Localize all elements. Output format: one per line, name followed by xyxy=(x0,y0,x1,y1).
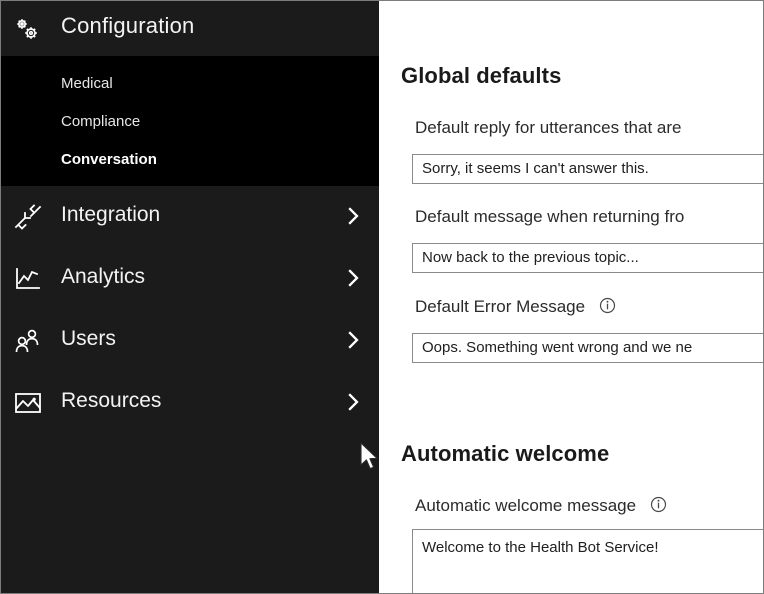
sidebar-item-users[interactable]: Users xyxy=(1,310,379,372)
automatic-welcome-message-textarea[interactable]: Welcome to the Health Bot Service! xyxy=(412,529,763,594)
field-label-default-reply: Default reply for utterances that are xyxy=(415,118,681,138)
info-icon[interactable] xyxy=(599,297,616,319)
gears-icon xyxy=(13,15,41,43)
sidebar-item-analytics[interactable]: Analytics xyxy=(1,248,379,310)
image-icon xyxy=(13,389,43,417)
app-window: Configuration Medical Compliance Convers… xyxy=(0,0,764,594)
section-title-automatic-welcome: Automatic welcome xyxy=(401,441,609,467)
sidebar-item-label: Integration xyxy=(61,203,160,227)
sidebar-item-conversation[interactable]: Conversation xyxy=(61,152,157,167)
chevron-right-icon xyxy=(346,330,362,350)
info-icon[interactable] xyxy=(650,496,667,518)
field-label-text: Default message when returning fro xyxy=(415,207,684,226)
sidebar-header[interactable]: Configuration xyxy=(1,1,379,56)
field-label-automatic-welcome-message: Automatic welcome message xyxy=(415,496,667,518)
sidebar-submenu: Medical Compliance Conversation xyxy=(1,56,379,186)
field-label-text: Automatic welcome message xyxy=(415,496,636,515)
sidebar: Configuration Medical Compliance Convers… xyxy=(1,1,379,594)
default-reply-input[interactable]: Sorry, it seems I can't answer this. xyxy=(412,154,763,184)
returning-message-input[interactable]: Now back to the previous topic... xyxy=(412,243,763,273)
field-label-text: Default Error Message xyxy=(415,297,585,316)
field-label-returning-message: Default message when returning fro xyxy=(415,207,684,227)
chevron-right-icon xyxy=(346,392,362,412)
default-error-message-input[interactable]: Oops. Something went wrong and we ne xyxy=(412,333,763,363)
sidebar-item-resources[interactable]: Resources xyxy=(1,372,379,434)
sidebar-nav-list: Integration Analytics xyxy=(1,186,379,594)
sidebar-item-medical[interactable]: Medical xyxy=(61,76,113,91)
field-label-default-error-message: Default Error Message xyxy=(415,297,616,319)
users-icon xyxy=(13,327,43,355)
field-label-text: Default reply for utterances that are xyxy=(415,118,681,137)
sidebar-item-label: Users xyxy=(61,327,116,351)
sidebar-item-label: Resources xyxy=(61,389,161,413)
integration-arrows-icon xyxy=(13,203,43,231)
settings-panel: Global defaults Default reply for uttera… xyxy=(379,1,763,594)
section-title-global-defaults: Global defaults xyxy=(401,63,561,89)
chevron-right-icon xyxy=(346,268,362,288)
sidebar-item-label: Analytics xyxy=(61,265,145,289)
sidebar-item-compliance[interactable]: Compliance xyxy=(61,114,140,129)
line-chart-icon xyxy=(13,265,43,293)
chevron-right-icon xyxy=(346,206,362,226)
sidebar-item-integration[interactable]: Integration xyxy=(1,186,379,248)
sidebar-header-label: Configuration xyxy=(61,13,194,39)
